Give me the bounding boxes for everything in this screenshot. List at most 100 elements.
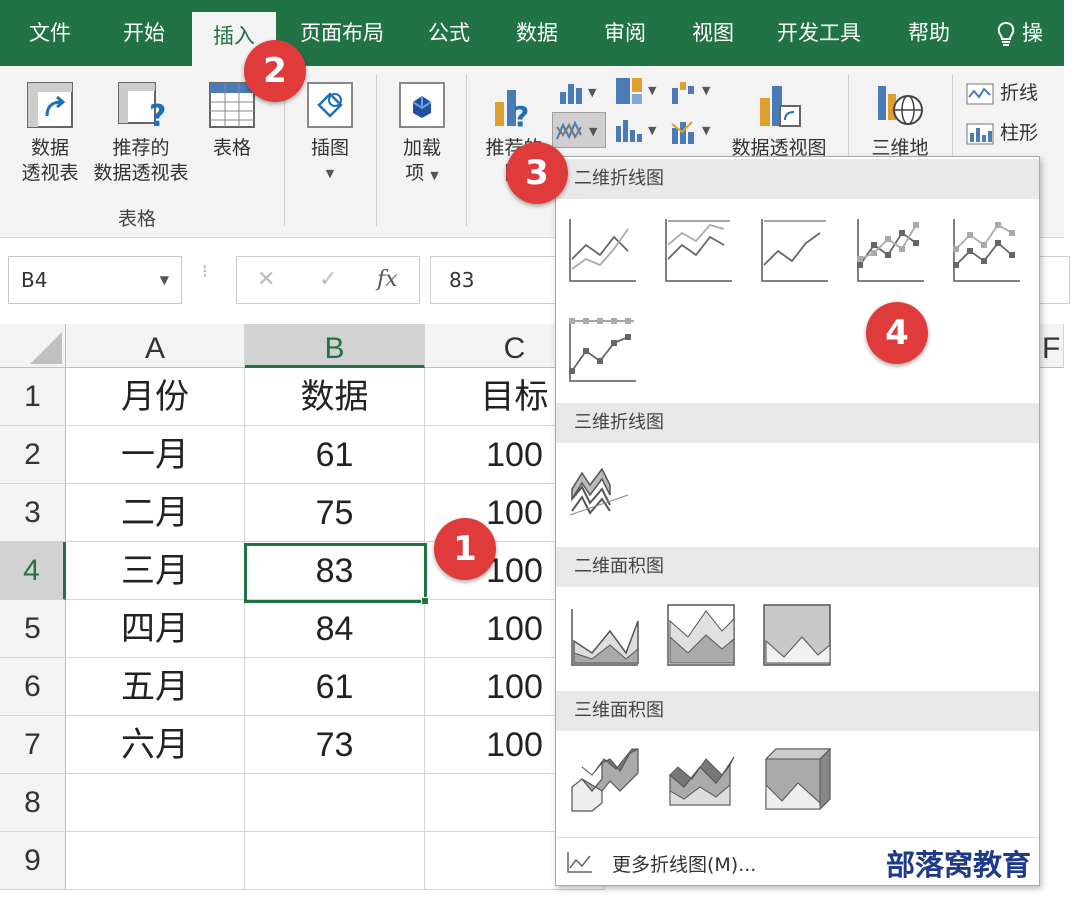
cell-a6[interactable]: 五月 bbox=[66, 658, 245, 716]
cell-b8[interactable] bbox=[245, 774, 425, 832]
row-header-4[interactable]: 4 bbox=[0, 542, 66, 600]
cell-a2[interactable]: 一月 bbox=[66, 426, 245, 484]
hierarchy-chart-button[interactable]: ▼ bbox=[614, 76, 662, 110]
tab-page-layout[interactable]: 页面布局 bbox=[290, 0, 394, 66]
waterfall-chart-button[interactable]: ▼ bbox=[670, 78, 718, 110]
tab-formulas[interactable]: 公式 bbox=[412, 0, 486, 66]
enter-icon[interactable]: ✓ bbox=[319, 257, 337, 303]
recommended-pivot-button[interactable]: ? 推荐的 数据透视表 bbox=[86, 80, 196, 186]
100-stacked-line-markers-chart-option[interactable] bbox=[568, 315, 638, 385]
statistic-chart-button[interactable]: ▼ bbox=[614, 118, 662, 148]
cell-a9[interactable] bbox=[66, 832, 245, 890]
cancel-icon[interactable]: ✕ bbox=[257, 257, 275, 303]
cell-a7[interactable]: 六月 bbox=[66, 716, 245, 774]
row-header-5[interactable]: 5 bbox=[0, 600, 66, 658]
tell-me-text: 操 bbox=[1022, 21, 1043, 45]
pivot-table-label-2: 透视表 bbox=[21, 162, 79, 184]
pivot-chart-button[interactable]: 数据透视图 bbox=[722, 80, 836, 161]
sparkline-line-label: 折线 bbox=[1000, 82, 1039, 104]
cell-a8[interactable] bbox=[66, 774, 245, 832]
line-chart-option[interactable] bbox=[568, 215, 638, 285]
name-box-value: B4 bbox=[21, 268, 48, 292]
addins-button[interactable]: 加载 项 ▼ bbox=[390, 80, 454, 188]
3d-100-stacked-area-chart-option[interactable] bbox=[762, 745, 832, 815]
tab-review[interactable]: 审阅 bbox=[588, 0, 662, 66]
row-header-6[interactable]: 6 bbox=[0, 658, 66, 716]
tab-data[interactable]: 数据 bbox=[500, 0, 574, 66]
group-separator bbox=[466, 74, 467, 226]
recommended-pivot-label-1: 推荐的 bbox=[112, 137, 170, 159]
illustrations-icon bbox=[307, 82, 353, 128]
group-tables-label: 表格 bbox=[118, 208, 157, 230]
svg-text:▼: ▼ bbox=[589, 125, 598, 138]
cell-a3[interactable]: 二月 bbox=[66, 484, 245, 542]
cell-b7[interactable]: 73 bbox=[245, 716, 425, 774]
3d-area-chart-option[interactable] bbox=[570, 745, 640, 815]
stacked-line-chart-option[interactable] bbox=[664, 215, 734, 285]
waterfall-chart-icon: ▼ bbox=[672, 82, 711, 104]
pivot-table-icon bbox=[27, 82, 73, 128]
cell-a1[interactable]: 月份 bbox=[66, 368, 245, 426]
section-2d-area: 二维面积图 bbox=[556, 547, 1039, 587]
pivot-table-button[interactable]: 数据 透视表 bbox=[14, 80, 86, 186]
row-header-9[interactable]: 9 bbox=[0, 832, 66, 890]
cell-b6[interactable]: 61 bbox=[245, 658, 425, 716]
row-header-3[interactable]: 3 bbox=[0, 484, 66, 542]
3d-line-chart-option[interactable] bbox=[568, 455, 638, 525]
tab-developer[interactable]: 开发工具 bbox=[764, 0, 874, 66]
column-chart-icon: ▼ bbox=[560, 84, 597, 104]
cell-a4[interactable]: 三月 bbox=[66, 542, 245, 600]
line-chart-button[interactable]: ▼ bbox=[552, 112, 606, 148]
column-header-b[interactable]: B bbox=[245, 324, 425, 368]
addins-icon bbox=[399, 82, 445, 128]
cell-b3[interactable]: 75 bbox=[245, 484, 425, 542]
watermark-text: 部落窝教育 bbox=[885, 848, 1031, 882]
cell-a5[interactable]: 四月 bbox=[66, 600, 245, 658]
tab-help[interactable]: 帮助 bbox=[892, 0, 966, 66]
illustrations-button[interactable]: 插图 ▼ bbox=[298, 80, 362, 186]
statistic-chart-icon: ▼ bbox=[616, 120, 657, 142]
tab-home[interactable]: 开始 bbox=[104, 0, 184, 66]
line-with-markers-chart-option[interactable] bbox=[856, 215, 926, 285]
cell-b9[interactable] bbox=[245, 832, 425, 890]
column-header-a[interactable]: A bbox=[66, 324, 245, 368]
more-line-charts-item[interactable]: 更多折线图(M)... 部落窝教育 bbox=[556, 837, 1039, 885]
3d-stacked-area-chart-option[interactable] bbox=[666, 745, 736, 815]
stacked-line-markers-chart-option[interactable] bbox=[952, 215, 1022, 285]
svg-text:▼: ▼ bbox=[648, 84, 657, 97]
cell-b2[interactable]: 61 bbox=[245, 426, 425, 484]
insert-function-icon[interactable]: fx bbox=[377, 257, 398, 303]
more-line-charts-label: 更多折线图(M)... bbox=[612, 854, 757, 876]
cell-b1[interactable]: 数据 bbox=[245, 368, 425, 426]
column-header-f[interactable]: F bbox=[1040, 324, 1064, 368]
tab-file[interactable]: 文件 bbox=[16, 0, 84, 66]
row-header-2[interactable]: 2 bbox=[0, 426, 66, 484]
cell-b5[interactable]: 84 bbox=[245, 600, 425, 658]
sparkline-line-button[interactable]: 折线 bbox=[966, 78, 1038, 105]
formula-bar-grip-icon[interactable]: ⁝ bbox=[202, 263, 208, 281]
step-badge-2: 2 bbox=[244, 40, 306, 102]
step-badge-1: 1 bbox=[434, 518, 496, 580]
tell-me-box[interactable]: 操 bbox=[996, 0, 1043, 66]
chevron-down-icon[interactable]: ▼ bbox=[160, 257, 169, 303]
sparkline-column-button[interactable]: 柱形 bbox=[966, 118, 1038, 145]
tab-view[interactable]: 视图 bbox=[676, 0, 750, 66]
select-all-corner[interactable] bbox=[0, 324, 66, 368]
row-header-8[interactable]: 8 bbox=[0, 774, 66, 832]
name-box[interactable]: B4 ▼ bbox=[8, 256, 182, 304]
fill-handle[interactable] bbox=[421, 597, 429, 605]
stacked-area-chart-option[interactable] bbox=[666, 601, 736, 671]
100-stacked-line-chart-option[interactable] bbox=[760, 215, 830, 285]
illustrations-label: 插图 bbox=[310, 137, 349, 159]
100-stacked-area-chart-option[interactable] bbox=[762, 601, 832, 671]
svg-text:▼: ▼ bbox=[648, 124, 657, 137]
column-chart-button[interactable]: ▼ bbox=[558, 80, 602, 110]
pivot-chart-icon bbox=[760, 86, 801, 127]
area-chart-option[interactable] bbox=[570, 601, 640, 671]
combo-chart-button[interactable]: ▼ bbox=[670, 118, 718, 150]
row-header-1[interactable]: 1 bbox=[0, 368, 66, 426]
line-chart-icon: ▼ bbox=[556, 120, 598, 140]
formula-buttons: ✕ ✓ fx bbox=[236, 256, 420, 304]
row-header-7[interactable]: 7 bbox=[0, 716, 66, 774]
3d-map-button[interactable]: 三维地 bbox=[858, 80, 942, 161]
